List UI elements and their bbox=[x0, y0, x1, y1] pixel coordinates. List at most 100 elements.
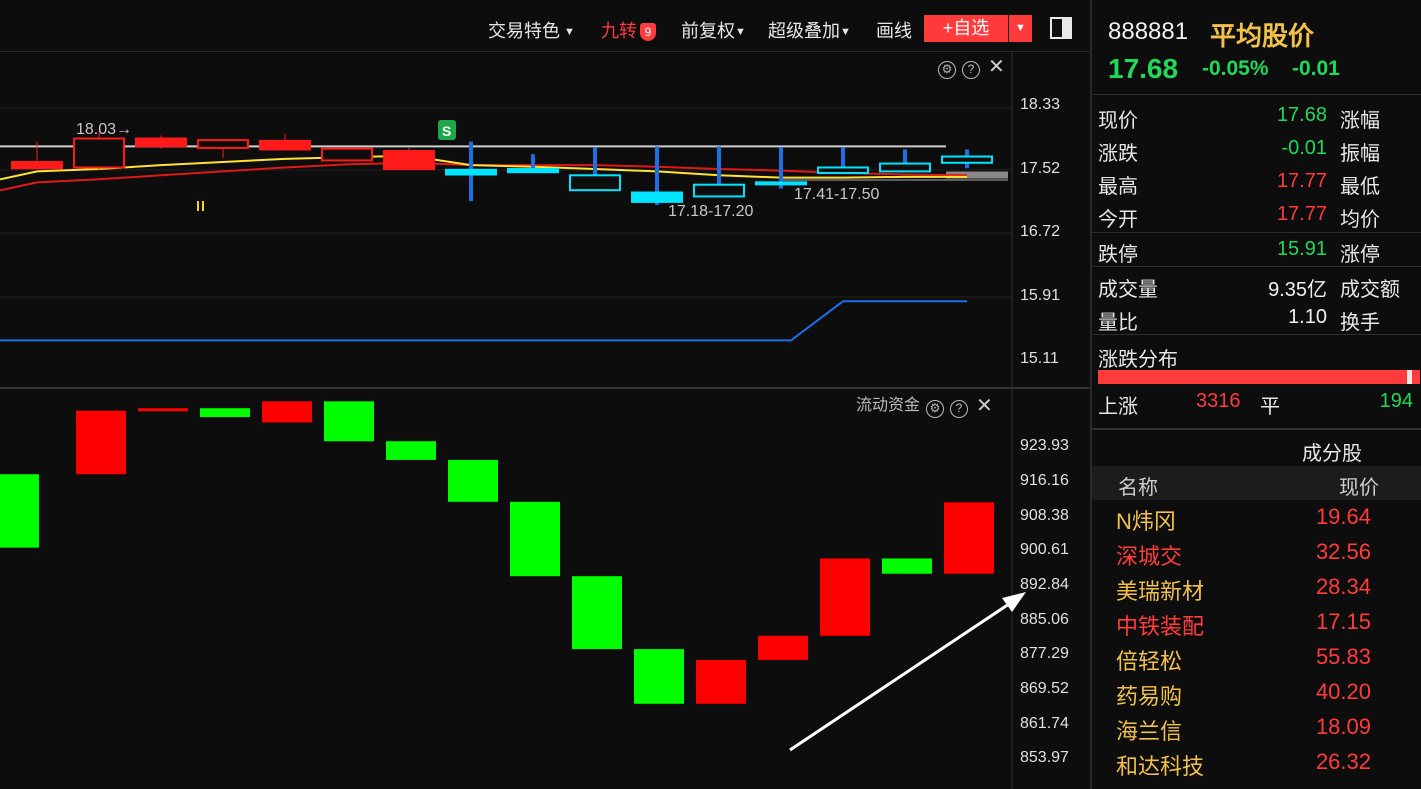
sub-axis-label: 916.16 bbox=[1020, 472, 1069, 489]
component-row[interactable]: 倍轻松 55.83 bbox=[1092, 640, 1421, 675]
add-watchlist-button[interactable]: +自选 bbox=[924, 15, 1008, 42]
flat-label: 平 bbox=[1260, 396, 1280, 418]
quote-value: 17.77 bbox=[1276, 203, 1327, 225]
close-icon[interactable]: ✕ bbox=[976, 393, 993, 418]
main-axis-label: 18.33 bbox=[1020, 96, 1061, 113]
component-price: 28.34 bbox=[1315, 574, 1371, 599]
fund-flow-bar bbox=[820, 558, 870, 636]
settings-hex-icon[interactable]: ⚙ bbox=[938, 61, 956, 79]
charts-area[interactable]: 18.03→ 17.18-17.20 17.41-17.50 S bbox=[0, 52, 1090, 789]
quote-value: 9.35亿 bbox=[1268, 279, 1327, 301]
candle-body bbox=[631, 191, 683, 203]
watchlist-dropdown-button[interactable]: ▼ bbox=[1009, 15, 1032, 42]
fund-flow-bar bbox=[758, 635, 808, 660]
panel-layout-icon[interactable] bbox=[1050, 17, 1072, 39]
quote-label: 最高 bbox=[1098, 176, 1138, 198]
overlay-menu[interactable]: 超级叠加▼ bbox=[768, 17, 851, 43]
quote-label-2: 振幅 bbox=[1340, 143, 1380, 165]
component-price: 17.15 bbox=[1315, 609, 1371, 634]
help-icon[interactable]: ? bbox=[962, 61, 980, 79]
component-price: 32.56 bbox=[1315, 539, 1371, 564]
trade-features-menu[interactable]: 交易特色 ▼ bbox=[488, 17, 575, 43]
sell-signal-label: S bbox=[442, 123, 451, 139]
chevron-down-icon: ▼ bbox=[564, 26, 575, 38]
components-title: 成分股 bbox=[1302, 443, 1362, 465]
quote-label-2: 涨停 bbox=[1340, 244, 1380, 266]
quote-value: 17.68 bbox=[1276, 104, 1327, 126]
sub-chart-title[interactable]: 流动资金 bbox=[856, 397, 920, 414]
help-icon[interactable]: ? bbox=[950, 400, 969, 418]
fund-flow-bar bbox=[324, 401, 374, 442]
fund-flow-bar bbox=[76, 410, 126, 475]
fuquan-menu[interactable]: 前复权▼ bbox=[681, 17, 746, 43]
component-price: 40.20 bbox=[1315, 679, 1371, 704]
sub-axis-label: 877.29 bbox=[1020, 645, 1069, 662]
sub-axis-label: 853.97 bbox=[1020, 749, 1069, 766]
candle-body bbox=[321, 147, 373, 162]
fund-flow-bar bbox=[0, 474, 39, 548]
col-name-header[interactable]: 名称 bbox=[1118, 471, 1158, 500]
stock-app: 交易特色 ▼ 九转 9 前复权▼ 超级叠加▼ 画线 +自选 ▼ 18.03→ 17.1… bbox=[0, 0, 1421, 789]
candle-body bbox=[383, 150, 435, 171]
signal-tick bbox=[197, 201, 199, 211]
main-axis-label: 15.91 bbox=[1020, 287, 1061, 304]
fund-flow-bar bbox=[696, 659, 746, 704]
candle-body bbox=[259, 139, 311, 151]
fund-flow-bar bbox=[262, 401, 312, 423]
fund-flow-bar bbox=[572, 576, 622, 650]
main-axis-label: 15.11 bbox=[1020, 350, 1059, 367]
high-marker-label: 18.03→ bbox=[76, 121, 132, 138]
quote-row: 今开 17.77 均价 bbox=[1092, 199, 1421, 231]
candle-body bbox=[693, 183, 745, 198]
component-row[interactable]: 和达科技 26.32 bbox=[1092, 745, 1421, 780]
quote-value: -0.01 bbox=[1281, 137, 1327, 159]
signal-tick bbox=[202, 201, 204, 211]
component-row[interactable]: 中铁装配 17.15 bbox=[1092, 605, 1421, 640]
jiuzhuan-label: 九转 bbox=[601, 21, 637, 41]
close-icon[interactable]: ✕ bbox=[988, 54, 1005, 79]
quote-label-2: 最低 bbox=[1340, 176, 1380, 198]
sub-axis-label: 908.38 bbox=[1020, 507, 1069, 524]
candle-body bbox=[73, 137, 125, 169]
quote-label-2: 均价 bbox=[1340, 209, 1380, 231]
quote-row: 跌停 15.91 涨停 bbox=[1092, 234, 1421, 266]
component-row[interactable]: 深城交 32.56 bbox=[1092, 535, 1421, 570]
col-price-header[interactable]: 现价 bbox=[1339, 471, 1379, 500]
components-header: 名称 现价 bbox=[1092, 466, 1421, 500]
quote-value: 15.91 bbox=[1276, 238, 1327, 260]
quote-row: 量比 1.10 换手 bbox=[1092, 302, 1421, 334]
component-price: 19.64 bbox=[1315, 504, 1371, 529]
sub-axis-label: 923.93 bbox=[1020, 437, 1069, 454]
chart-toolbar: 交易特色 ▼ 九转 9 前复权▼ 超级叠加▼ 画线 +自选 ▼ bbox=[0, 0, 1090, 52]
main-axis-label: 17.52 bbox=[1020, 160, 1061, 177]
sub-axis-label: 885.06 bbox=[1020, 611, 1069, 628]
component-name: 中铁装配 bbox=[1116, 614, 1205, 639]
draw-line-button[interactable]: 画线 bbox=[876, 17, 912, 43]
component-price: 18.09 bbox=[1315, 714, 1371, 739]
sub-axis-label: 861.74 bbox=[1020, 715, 1069, 732]
sub-axis-label: 892.84 bbox=[1020, 576, 1069, 593]
distribution-bar bbox=[1098, 370, 1420, 384]
quote-row: 现价 17.68 涨幅 bbox=[1092, 100, 1421, 132]
fund-flow-bar bbox=[448, 459, 498, 502]
jiuzhuan-button[interactable]: 九转 9 bbox=[601, 17, 656, 43]
sub-pane-controls: 流动资金 ⚙? ✕ bbox=[856, 391, 993, 418]
candle-body bbox=[445, 168, 497, 176]
fund-flow-bar bbox=[138, 408, 188, 412]
component-row[interactable]: 海兰信 18.09 bbox=[1092, 710, 1421, 745]
candle-body bbox=[941, 155, 993, 164]
settings-hex-icon[interactable]: ⚙ bbox=[926, 400, 945, 418]
fund-flow-bar bbox=[882, 558, 932, 574]
jiuzhuan-badge-icon: 9 bbox=[640, 23, 656, 41]
quote-panel: 888881 平均股价 17.68 -0.05% -0.01 现价 17.68 … bbox=[1090, 0, 1421, 789]
component-row[interactable]: 美瑞新材 28.34 bbox=[1092, 570, 1421, 605]
fund-flow-bar bbox=[200, 408, 250, 418]
candle-body bbox=[197, 139, 249, 149]
quote-label: 成交量 bbox=[1098, 279, 1158, 301]
stock-pct-change: -0.05% bbox=[1202, 57, 1269, 80]
distribution-flat-segment bbox=[1407, 370, 1412, 384]
component-row[interactable]: N炜冈 19.64 bbox=[1092, 500, 1421, 535]
quote-label-2: 涨幅 bbox=[1340, 110, 1380, 132]
component-row[interactable]: 药易购 40.20 bbox=[1092, 675, 1421, 710]
stock-code: 888881 bbox=[1108, 18, 1189, 45]
